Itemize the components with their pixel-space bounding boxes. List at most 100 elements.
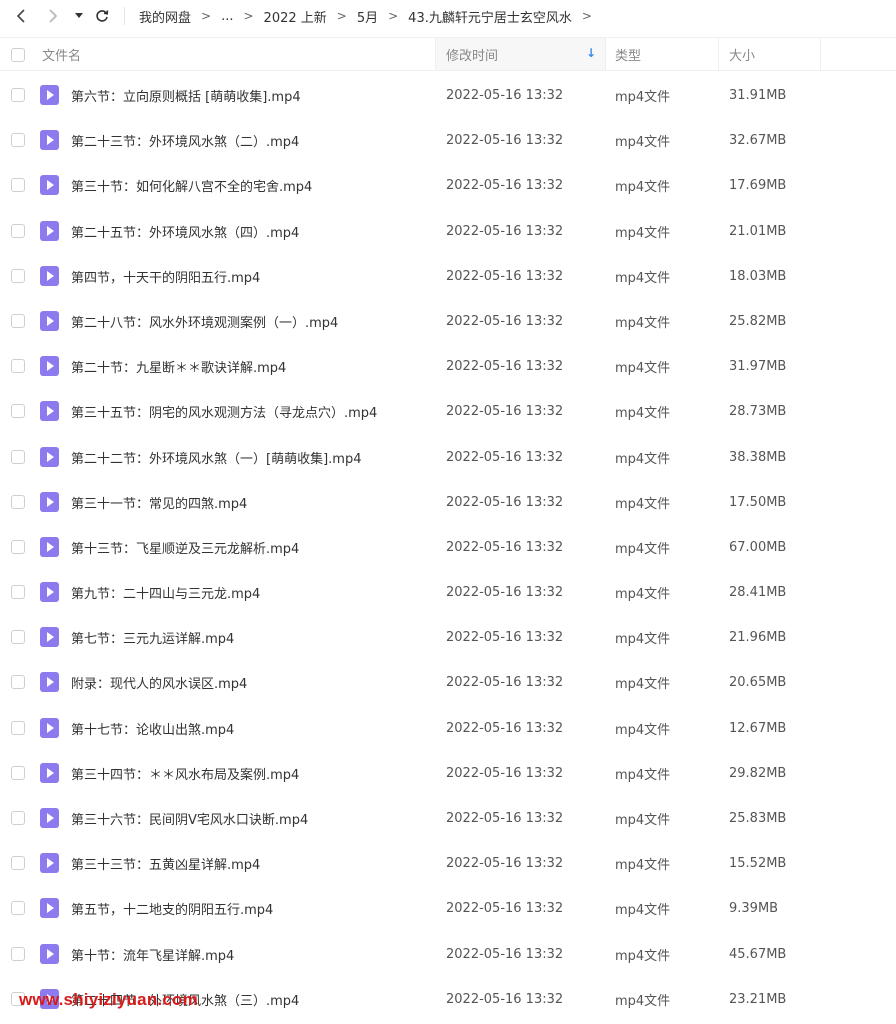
breadcrumb-item-root[interactable]: 我的网盘: [139, 7, 191, 26]
row-checkbox[interactable]: [11, 494, 25, 509]
file-type: mp4文件: [615, 541, 671, 557]
file-name[interactable]: 第三十一节：常见的四煞.mp4: [71, 480, 431, 525]
file-size: 17.50MB: [729, 494, 787, 510]
row-checkbox[interactable]: [11, 856, 25, 871]
sort-descending-icon: ↓: [585, 46, 596, 60]
file-size: 15.52MB: [729, 856, 787, 872]
table-row[interactable]: 第七节：三元九运详解.mp4 2022-05-16 13:32 mp4文件 21.96…: [0, 615, 896, 660]
column-header-size[interactable]: 大小: [718, 38, 821, 70]
file-size: 31.97MB: [729, 359, 787, 375]
file-modified-time: 2022-05-16 13:32: [446, 765, 564, 781]
table-row[interactable]: 第四节，十天干的阴阳五行.mp4 2022-05-16 13:32 mp4文件 18.…: [0, 254, 896, 299]
row-checkbox[interactable]: [11, 539, 25, 554]
breadcrumb-separator: >: [243, 9, 254, 23]
table-row[interactable]: 第六节：立向原则概括 [萌萌收集].mp4 2022-05-16 13:32 mp4…: [0, 73, 896, 118]
row-checkbox[interactable]: [11, 223, 25, 238]
row-checkbox[interactable]: [11, 765, 25, 780]
file-modified-time: 2022-05-16 13:32: [446, 494, 564, 510]
file-name[interactable]: 第三十五节：阴宅的风水观测方法（寻龙点穴）.mp4: [71, 389, 431, 434]
file-name[interactable]: 第九节：二十四山与三元龙.mp4: [71, 570, 431, 615]
caret-down-icon[interactable]: [72, 4, 86, 28]
breadcrumb-item-ellipsis[interactable]: ...: [221, 9, 233, 24]
file-name[interactable]: 第四节，十天干的阴阳五行.mp4: [71, 254, 431, 299]
file-name[interactable]: 第三十六节：民间阴V宅风水口诀断.mp4: [71, 796, 431, 841]
file-name[interactable]: 第五节，十二地支的阴阳五行.mp4: [71, 886, 431, 931]
table-row[interactable]: 第九节：二十四山与三元龙.mp4 2022-05-16 13:32 mp4文件 28.…: [0, 570, 896, 615]
video-file-icon: [40, 898, 59, 919]
row-checkbox[interactable]: [11, 404, 25, 419]
table-row[interactable]: 第十七节：论收山出煞.mp4 2022-05-16 13:32 mp4文件 12.67…: [0, 706, 896, 751]
table-row[interactable]: 第三十六节：民间阴V宅风水口诀断.mp4 2022-05-16 13:32 mp4文…: [0, 796, 896, 841]
table-row[interactable]: 第二十三节：外环境风水煞（二）.mp4 2022-05-16 13:32 mp4文件…: [0, 118, 896, 163]
file-name[interactable]: 第二十节：九星断＊＊歌诀详解.mp4: [71, 344, 431, 389]
table-row[interactable]: 第十三节：飞星顺逆及三元龙解析.mp4 2022-05-16 13:32 mp4文件…: [0, 525, 896, 570]
table-row[interactable]: 第二十五节：外环境风水煞（四）.mp4 2022-05-16 13:32 mp4文件…: [0, 209, 896, 254]
column-header-name[interactable]: 文件名: [42, 38, 434, 70]
row-checkbox[interactable]: [11, 720, 25, 735]
file-modified-time: 2022-05-16 13:32: [446, 88, 564, 103]
table-row[interactable]: 第二十四节：外环境风水煞（三）.mp4 2022-05-16 13:32 mp4文件…: [0, 977, 896, 1022]
table-row[interactable]: 第三十五节：阴宅的风水观测方法（寻龙点穴）.mp4 2022-05-16 13:3…: [0, 389, 896, 434]
table-row[interactable]: 第二十八节：风水外环境观测案例（一）.mp4 2022-05-16 13:32 mp…: [0, 299, 896, 344]
file-name[interactable]: 第七节：三元九运详解.mp4: [71, 615, 431, 660]
file-name[interactable]: 第二十四节：外环境风水煞（三）.mp4: [71, 977, 431, 1022]
row-checkbox[interactable]: [11, 901, 25, 916]
table-row[interactable]: 第二十二节：外环境风水煞（一）[萌萌收集].mp4 2022-05-16 13:3…: [0, 435, 896, 480]
row-checkbox[interactable]: [11, 359, 25, 374]
column-header-modified[interactable]: 修改时间 ↓: [436, 38, 606, 70]
table-row[interactable]: 第三十一节：常见的四煞.mp4 2022-05-16 13:32 mp4文件 17.5…: [0, 480, 896, 525]
row-checkbox[interactable]: [11, 946, 25, 961]
video-file-icon: [40, 220, 59, 241]
file-name[interactable]: 第二十八节：风水外环境观测案例（一）.mp4: [71, 299, 431, 344]
row-checkbox[interactable]: [11, 811, 25, 825]
file-name[interactable]: 第十节：流年飞星详解.mp4: [71, 932, 431, 977]
row-checkbox[interactable]: [11, 178, 25, 193]
file-modified-time: 2022-05-16 13:32: [446, 675, 564, 691]
row-checkbox[interactable]: [11, 449, 25, 464]
video-file-icon: [40, 491, 59, 512]
row-checkbox[interactable]: [11, 585, 25, 600]
table-row[interactable]: 附录：现代人的风水误区.mp4 2022-05-16 13:32 mp4文件 20.6…: [0, 660, 896, 705]
video-file-icon: [40, 762, 59, 783]
file-size: 18.03MB: [729, 268, 787, 284]
table-row[interactable]: 第三十三节：五黄凶星详解.mp4 2022-05-16 13:32 mp4文件 15.…: [0, 841, 896, 886]
table-row[interactable]: 第三十四节：＊＊风水布局及案例.mp4 2022-05-16 13:32 mp4文件…: [0, 751, 896, 796]
row-checkbox[interactable]: [11, 133, 25, 148]
video-file-icon: [40, 175, 59, 196]
table-row[interactable]: 第五节，十二地支的阴阳五行.mp4 2022-05-16 13:32 mp4文件 9.…: [0, 886, 896, 931]
breadcrumb-item-2022[interactable]: 2022 上新: [264, 7, 327, 26]
select-all-checkbox[interactable]: [11, 48, 25, 62]
row-checkbox[interactable]: [11, 675, 25, 690]
row-checkbox[interactable]: [11, 313, 25, 328]
chevron-left-icon[interactable]: [12, 4, 30, 28]
row-checkbox[interactable]: [11, 268, 25, 283]
row-checkbox[interactable]: [11, 88, 25, 102]
table-row[interactable]: 第二十节：九星断＊＊歌诀详解.mp4 2022-05-16 13:32 mp4文件 3…: [0, 344, 896, 389]
chevron-right-icon[interactable]: [44, 4, 62, 28]
file-name[interactable]: 第三十节：如何化解八宫不全的宅舍.mp4: [71, 163, 431, 208]
file-name[interactable]: 附录：现代人的风水误区.mp4: [71, 660, 431, 705]
file-name[interactable]: 第二十三节：外环境风水煞（二）.mp4: [71, 118, 431, 163]
table-row[interactable]: 第三十节：如何化解八宫不全的宅舍.mp4 2022-05-16 13:32 mp4文…: [0, 163, 896, 208]
file-name[interactable]: 第二十二节：外环境风水煞（一）[萌萌收集].mp4: [71, 435, 431, 480]
column-header-type[interactable]: 类型: [606, 38, 718, 70]
breadcrumb-item-current-folder[interactable]: 43.九麟轩元宁居士玄空风水: [408, 7, 572, 26]
row-checkbox[interactable]: [11, 991, 25, 1006]
file-type: mp4文件: [615, 180, 671, 196]
file-name[interactable]: 第二十五节：外环境风水煞（四）.mp4: [71, 209, 431, 254]
file-name[interactable]: 第十七节：论收山出煞.mp4: [71, 706, 431, 751]
breadcrumb-item-month[interactable]: 5月: [357, 7, 378, 26]
table-row[interactable]: 第十节：流年飞星详解.mp4 2022-05-16 13:32 mp4文件 45.67…: [0, 932, 896, 977]
file-name[interactable]: 第六节：立向原则概括 [萌萌收集].mp4: [71, 73, 431, 118]
refresh-icon[interactable]: [92, 4, 112, 28]
file-name[interactable]: 第三十四节：＊＊风水布局及案例.mp4: [71, 751, 431, 796]
file-name[interactable]: 第十三节：飞星顺逆及三元龙解析.mp4: [71, 525, 431, 570]
breadcrumb-separator: >: [581, 9, 592, 23]
file-name[interactable]: 第三十三节：五黄凶星详解.mp4: [71, 841, 431, 886]
file-size: 28.41MB: [729, 585, 787, 601]
file-type: mp4文件: [615, 903, 671, 919]
video-file-icon: [40, 310, 59, 331]
file-manager-window: 我的网盘 > ... > 2022 上新 > 5月 > 43.九麟轩元宁居士玄空…: [0, 0, 896, 1024]
breadcrumb: 我的网盘 > ... > 2022 上新 > 5月 > 43.九麟轩元宁居士玄空…: [139, 0, 602, 32]
row-checkbox[interactable]: [11, 630, 25, 645]
